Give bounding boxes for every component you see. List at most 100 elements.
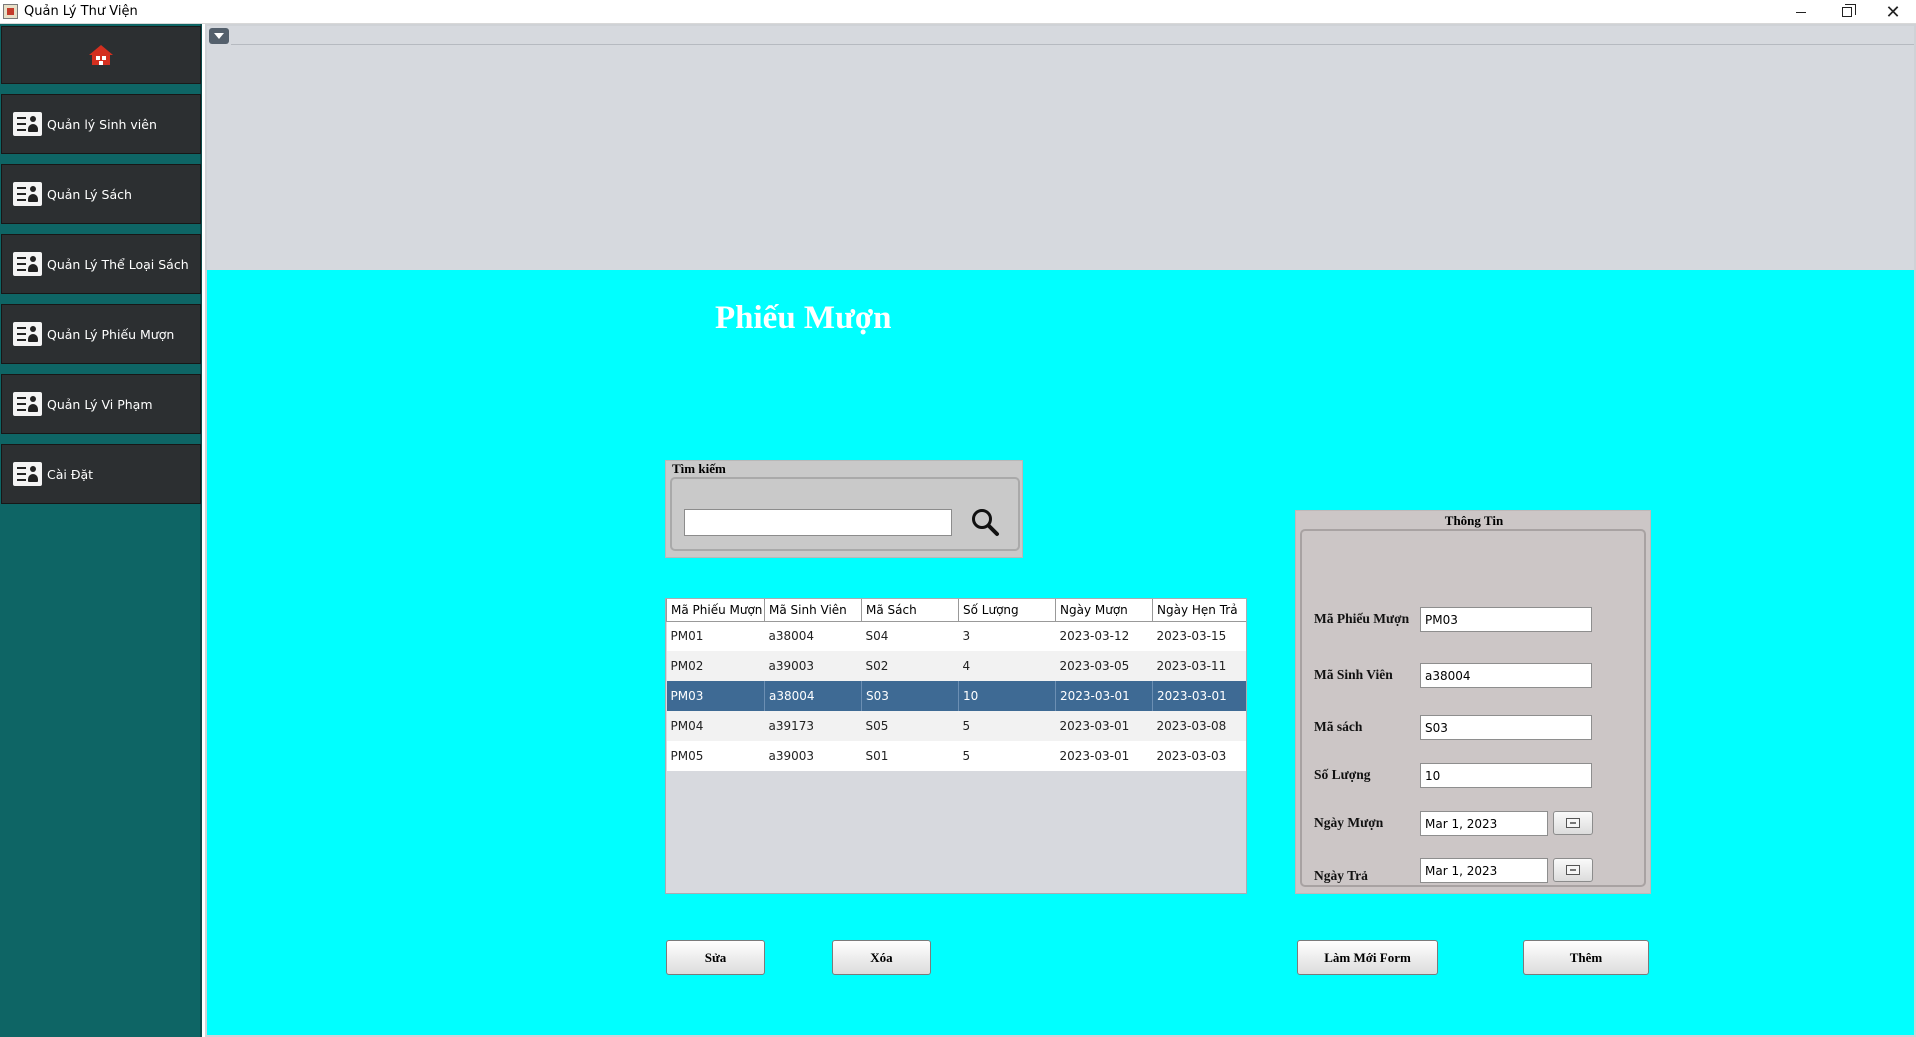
table-cell: 2023-03-03 — [1152, 741, 1246, 771]
calendar-icon — [1566, 865, 1580, 875]
user-card-icon — [13, 182, 42, 206]
ma-sach-field[interactable] — [1420, 715, 1592, 740]
sua-button[interactable]: Sửa — [666, 940, 765, 975]
table-row[interactable]: PM02 a39003 S02 4 2023-03-05 2023-03-11 — [666, 651, 1246, 681]
header-band — [207, 26, 1914, 270]
ma-sinh-vien-field[interactable] — [1420, 663, 1592, 688]
app-icon — [3, 4, 18, 19]
xoa-button[interactable]: Xóa — [832, 940, 931, 975]
table-cell: 2023-03-15 — [1152, 621, 1246, 651]
search-panel: Tìm kiếm — [665, 460, 1023, 558]
table-cell: PM01 — [666, 621, 765, 651]
header-divider — [231, 44, 1914, 45]
sidebar: Quản lý Sinh viên Quản Lý Sách Quản Lý T… — [0, 24, 202, 1037]
minimize-button[interactable] — [1778, 0, 1824, 24]
ma-sinh-vien-label: Mã Sinh Viên — [1314, 667, 1393, 682]
table-cell: 2023-03-08 — [1152, 711, 1246, 741]
table-cell: 10 — [958, 681, 1056, 711]
search-input[interactable] — [684, 509, 952, 536]
so-luong-field[interactable] — [1420, 763, 1592, 788]
page-title: Phiếu Mượn — [715, 300, 892, 336]
restore-icon — [1842, 4, 1856, 17]
title-bar: Quản Lý Thư Viện ✕ — [0, 0, 1916, 24]
sidebar-item-quan-ly-the-loai-sach[interactable]: Quản Lý Thể Loại Sách — [1, 234, 201, 294]
table-cell: a39003 — [764, 651, 862, 681]
them-button[interactable]: Thêm — [1523, 940, 1649, 975]
loan-table-grid: Mã Phiếu Mượn Mã Sinh Viên Mã Sách Số Lư… — [666, 599, 1246, 771]
window-title: Quản Lý Thư Viện — [24, 4, 138, 19]
table-cell: S04 — [861, 621, 959, 651]
app-window: Quản Lý Thư Viện ✕ Quản lý Sinh viên Quả… — [0, 0, 1916, 1037]
search-icon[interactable] — [970, 507, 1000, 537]
user-card-icon — [13, 252, 42, 276]
sidebar-item-quan-ly-sinh-vien[interactable]: Quản lý Sinh viên — [1, 94, 201, 154]
table-cell: 5 — [958, 741, 1056, 771]
collapse-button[interactable] — [209, 28, 229, 44]
table-cell: a38004 — [764, 621, 862, 651]
column-header-ngay-hen-tra[interactable]: Ngày Hẹn Trả — [1152, 599, 1246, 622]
table-cell: 2023-03-01 — [1055, 681, 1153, 711]
close-icon: ✕ — [1885, 2, 1901, 22]
user-card-icon — [13, 462, 42, 486]
sidebar-item-label: Quản Lý Phiếu Mượn — [47, 326, 175, 342]
column-header-ma-sach[interactable]: Mã Sách — [861, 599, 959, 622]
maximize-button[interactable] — [1824, 0, 1870, 24]
so-luong-label: Số Lượng — [1314, 767, 1371, 782]
table-cell: 2023-03-01 — [1055, 741, 1153, 771]
calendar-icon — [1566, 818, 1580, 828]
loan-table[interactable]: Mã Phiếu Mượn Mã Sinh Viên Mã Sách Số Lư… — [665, 598, 1247, 894]
home-icon — [89, 45, 113, 65]
table-cell: PM03 — [666, 681, 765, 711]
table-cell: 4 — [958, 651, 1056, 681]
table-row-selected[interactable]: PM03 a38004 S03 10 2023-03-01 2023-03-01 — [666, 681, 1246, 711]
ngay-muon-date-field[interactable] — [1420, 811, 1548, 836]
info-panel: Thông Tin Mã Phiếu Mượn Mã Sinh Viên Mã … — [1295, 510, 1651, 894]
sidebar-item-quan-ly-phieu-muon[interactable]: Quản Lý Phiếu Mượn — [1, 304, 201, 364]
column-header-ma-phieu-muon[interactable]: Mã Phiếu Mượn — [666, 599, 765, 622]
table-cell: a39003 — [764, 741, 862, 771]
user-card-icon — [13, 112, 42, 136]
sidebar-item-quan-ly-sach[interactable]: Quản Lý Sách — [1, 164, 201, 224]
table-cell: a39173 — [764, 711, 862, 741]
table-cell: 2023-03-12 — [1055, 621, 1153, 651]
ngay-muon-label: Ngày Mượn — [1314, 815, 1384, 830]
table-cell: 3 — [958, 621, 1056, 651]
table-header-row: Mã Phiếu Mượn Mã Sinh Viên Mã Sách Số Lư… — [666, 599, 1246, 622]
ma-phieu-muon-label: Mã Phiếu Mượn — [1314, 611, 1410, 626]
table-cell: 5 — [958, 711, 1056, 741]
table-row[interactable]: PM05 a39003 S01 5 2023-03-01 2023-03-03 — [666, 741, 1246, 771]
table-cell: PM05 — [666, 741, 765, 771]
sidebar-item-cai-dat[interactable]: Cài Đặt — [1, 444, 201, 504]
table-cell: S03 — [861, 681, 959, 711]
user-card-icon — [13, 322, 42, 346]
column-header-so-luong[interactable]: Số Lượng — [958, 599, 1056, 622]
table-row[interactable]: PM04 a39173 S05 5 2023-03-01 2023-03-08 — [666, 711, 1246, 741]
table-cell: PM04 — [666, 711, 765, 741]
ngay-tra-date-field[interactable] — [1420, 858, 1548, 883]
table-row[interactable]: PM01 a38004 S04 3 2023-03-12 2023-03-15 — [666, 621, 1246, 651]
user-card-icon — [13, 392, 42, 416]
ngay-muon-calendar-button[interactable] — [1553, 811, 1593, 835]
search-group-title: Tìm kiếm — [670, 461, 728, 477]
column-header-ngay-muon[interactable]: Ngày Mượn — [1055, 599, 1153, 622]
sidebar-item-quan-ly-vi-pham[interactable]: Quản Lý Vi Phạm — [1, 374, 201, 434]
ngay-tra-label: Ngày Trả — [1314, 868, 1368, 883]
sidebar-item-label: Quản Lý Vi Phạm — [47, 396, 153, 412]
close-button[interactable]: ✕ — [1870, 0, 1916, 24]
ngay-tra-calendar-button[interactable] — [1553, 858, 1593, 882]
table-cell: S01 — [861, 741, 959, 771]
table-cell: 2023-03-11 — [1152, 651, 1246, 681]
info-group-title: Thông Tin — [1444, 513, 1504, 528]
sidebar-item-label: Quản lý Sinh viên — [47, 116, 157, 132]
sidebar-item-label: Cài Đặt — [47, 466, 94, 482]
main-panel: Phiếu Mượn Tìm kiếm Mã Phiếu Mượn Mã Sin… — [205, 24, 1916, 1037]
sidebar-item-label: Quản Lý Thể Loại Sách — [47, 256, 189, 272]
minimize-icon — [1796, 11, 1806, 13]
column-header-ma-sinh-vien[interactable]: Mã Sinh Viên — [764, 599, 862, 622]
ma-sach-label: Mã sách — [1314, 719, 1363, 734]
ma-phieu-muon-field[interactable] — [1420, 607, 1592, 632]
table-cell: S02 — [861, 651, 959, 681]
home-button[interactable] — [1, 26, 201, 84]
table-cell: 2023-03-01 — [1152, 681, 1246, 711]
lam-moi-form-button[interactable]: Làm Mới Form — [1297, 940, 1438, 975]
